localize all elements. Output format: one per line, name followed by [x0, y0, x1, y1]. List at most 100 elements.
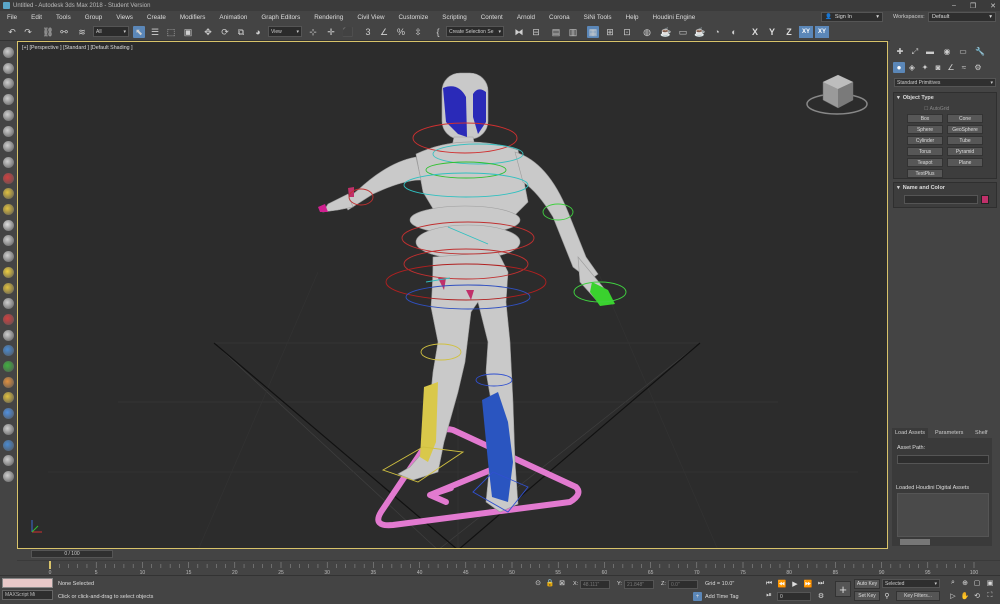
- next-frame-icon[interactable]: ⏩: [803, 579, 813, 589]
- zoom-icon[interactable]: ⌕: [948, 578, 958, 588]
- brush-icon[interactable]: [3, 313, 14, 325]
- place-icon[interactable]: ◕: [252, 26, 264, 38]
- create-teapot-button[interactable]: Teapot: [907, 158, 943, 167]
- menu-file[interactable]: File: [0, 14, 24, 21]
- restrict-x-button[interactable]: X: [748, 26, 762, 38]
- tab-parameters[interactable]: Parameters: [932, 428, 966, 438]
- schematic-view-icon[interactable]: ⊡: [621, 26, 633, 38]
- restrict-y-button[interactable]: Y: [765, 26, 779, 38]
- selection-filter-dropdown[interactable]: All ▾: [93, 26, 129, 37]
- maximize-viewport-icon[interactable]: ⛶: [985, 591, 995, 601]
- hand-icon[interactable]: [3, 141, 14, 153]
- set-key-icon[interactable]: +: [835, 581, 851, 597]
- systems-icon[interactable]: ⚙: [972, 62, 984, 73]
- restrict-z-button[interactable]: Z: [782, 26, 796, 38]
- z-coordinate-field[interactable]: 0.0": [668, 580, 698, 589]
- rectangular-selection-icon[interactable]: ⬚: [165, 26, 177, 38]
- pan-view-icon[interactable]: ✋: [960, 591, 970, 601]
- absolute-mode-icon[interactable]: ⊠: [557, 578, 567, 588]
- space-warps-icon[interactable]: ≈: [958, 62, 970, 73]
- cloud-icon[interactable]: [3, 62, 14, 74]
- menu-graph-editors[interactable]: Graph Editors: [254, 14, 307, 21]
- mirror-icon[interactable]: ⧓: [513, 26, 525, 38]
- chain-icon[interactable]: [3, 172, 14, 184]
- disc-icon[interactable]: [3, 282, 14, 294]
- render-setup-icon[interactable]: ☕: [660, 26, 672, 38]
- add-time-tag[interactable]: Add Time Tag: [705, 594, 739, 600]
- cameras-icon[interactable]: ◙: [932, 62, 944, 73]
- menu-group[interactable]: Group: [78, 14, 110, 21]
- bind-spacewarp-icon[interactable]: ≋: [76, 26, 88, 38]
- x-coordinate-field[interactable]: 48.111": [580, 580, 610, 589]
- toggle-ribbon-icon[interactable]: ▦: [587, 26, 599, 38]
- menu-views[interactable]: Views: [109, 14, 140, 21]
- hierarchy-tab-icon[interactable]: ▬: [924, 46, 936, 57]
- auto-key-button[interactable]: Auto Key: [854, 579, 880, 589]
- selection-lock-icon[interactable]: 🔒: [545, 578, 555, 588]
- window-crossing-icon[interactable]: ▣: [182, 26, 194, 38]
- menu-help[interactable]: Help: [619, 14, 646, 21]
- sign-in-dropdown[interactable]: 👤 Sign In ▾: [821, 12, 883, 22]
- isolate-selection-icon[interactable]: ⊙: [533, 578, 543, 588]
- object-color-swatch[interactable]: [981, 195, 989, 204]
- menu-civil-view[interactable]: Civil View: [350, 14, 391, 21]
- create-plane-button[interactable]: Plane: [947, 158, 983, 167]
- create-box-button[interactable]: Box: [907, 114, 943, 123]
- name-and-color-rollout-header[interactable]: ▾ Name and Color: [894, 183, 996, 193]
- torus-icon[interactable]: [3, 235, 14, 247]
- move-icon[interactable]: ✥: [202, 26, 214, 38]
- modify-tab-icon[interactable]: ⤢: [909, 46, 921, 57]
- menu-houdini-engine[interactable]: Houdini Engine: [646, 14, 703, 21]
- go-to-start-icon[interactable]: ⏮: [764, 579, 774, 589]
- help-icon[interactable]: [3, 470, 14, 482]
- named-selection-dropdown[interactable]: Create Selection Se ▾: [446, 26, 504, 37]
- create-pyramid-button[interactable]: Pyramid: [947, 147, 983, 156]
- restrict-xy-button[interactable]: XY: [799, 26, 813, 38]
- material-editor-icon[interactable]: ◍: [641, 26, 653, 38]
- leaf-icon[interactable]: [3, 361, 14, 372]
- restrict-xy-flyout-button[interactable]: XY: [815, 26, 829, 38]
- scale-icon[interactable]: ⧉: [235, 26, 247, 38]
- layer-icon[interactable]: [3, 78, 14, 90]
- box-icon[interactable]: [3, 188, 14, 200]
- viewcube[interactable]: [806, 74, 868, 115]
- loaded-assets-list[interactable]: [897, 493, 989, 537]
- maxscript-mini-listener[interactable]: MAXScript Mi: [2, 590, 53, 600]
- lamp-icon[interactable]: [3, 376, 14, 388]
- object-type-rollout-header[interactable]: ▾ Object Type: [894, 93, 996, 103]
- create-torus-button[interactable]: Torus: [907, 147, 943, 156]
- coin-icon[interactable]: [3, 392, 14, 404]
- select-by-name-icon[interactable]: ☰: [149, 26, 161, 38]
- create-cone-button[interactable]: Cone: [947, 114, 983, 123]
- field-of-view-icon[interactable]: ▷: [948, 591, 958, 601]
- pivot-center-icon[interactable]: ⊹: [307, 26, 319, 38]
- utilities-tab-icon[interactable]: 🔧: [974, 46, 986, 57]
- particles-icon[interactable]: [3, 298, 14, 310]
- create-geosphere-button[interactable]: GeoSphere: [947, 125, 983, 134]
- menu-modifiers[interactable]: Modifiers: [173, 14, 213, 21]
- create-textplus-button[interactable]: TextPlus: [907, 169, 943, 178]
- zoom-extents-all-icon[interactable]: ▣: [985, 578, 995, 588]
- shapes-icon[interactable]: ◈: [906, 62, 918, 73]
- perspective-viewport[interactable]: [+] [Perspective ] [Standard ] [Default …: [17, 41, 888, 549]
- autogrid-checkbox[interactable]: ☐ AutoGrid: [924, 106, 949, 112]
- horizontal-scrollbar[interactable]: [892, 538, 992, 546]
- rendered-frame-window-icon[interactable]: ▭: [677, 26, 689, 38]
- minimize-icon[interactable]: –: [952, 2, 956, 9]
- menu-rendering[interactable]: Rendering: [307, 14, 350, 21]
- key-selection-dropdown[interactable]: Selected ▾: [882, 579, 940, 588]
- close-icon[interactable]: ✕: [990, 2, 996, 10]
- move-icon[interactable]: [3, 329, 14, 341]
- tab-shelf[interactable]: Shelf: [972, 428, 991, 438]
- object-category-dropdown[interactable]: Standard Primitives ▾: [894, 78, 996, 87]
- select-manipulate-icon[interactable]: ✛: [325, 26, 337, 38]
- create-tab-icon[interactable]: ✚: [894, 46, 906, 57]
- object-name-input[interactable]: [904, 195, 978, 204]
- display-tab-icon[interactable]: ▭: [957, 46, 969, 57]
- toggle-scene-explorer-icon[interactable]: ▤: [550, 26, 562, 38]
- orbit-icon[interactable]: ⟲: [972, 591, 982, 601]
- grid-panel-icon[interactable]: [3, 109, 14, 121]
- menu-arnold[interactable]: Arnold: [510, 14, 542, 21]
- menu-edit[interactable]: Edit: [24, 14, 49, 21]
- percent-snap-icon[interactable]: %: [395, 26, 407, 38]
